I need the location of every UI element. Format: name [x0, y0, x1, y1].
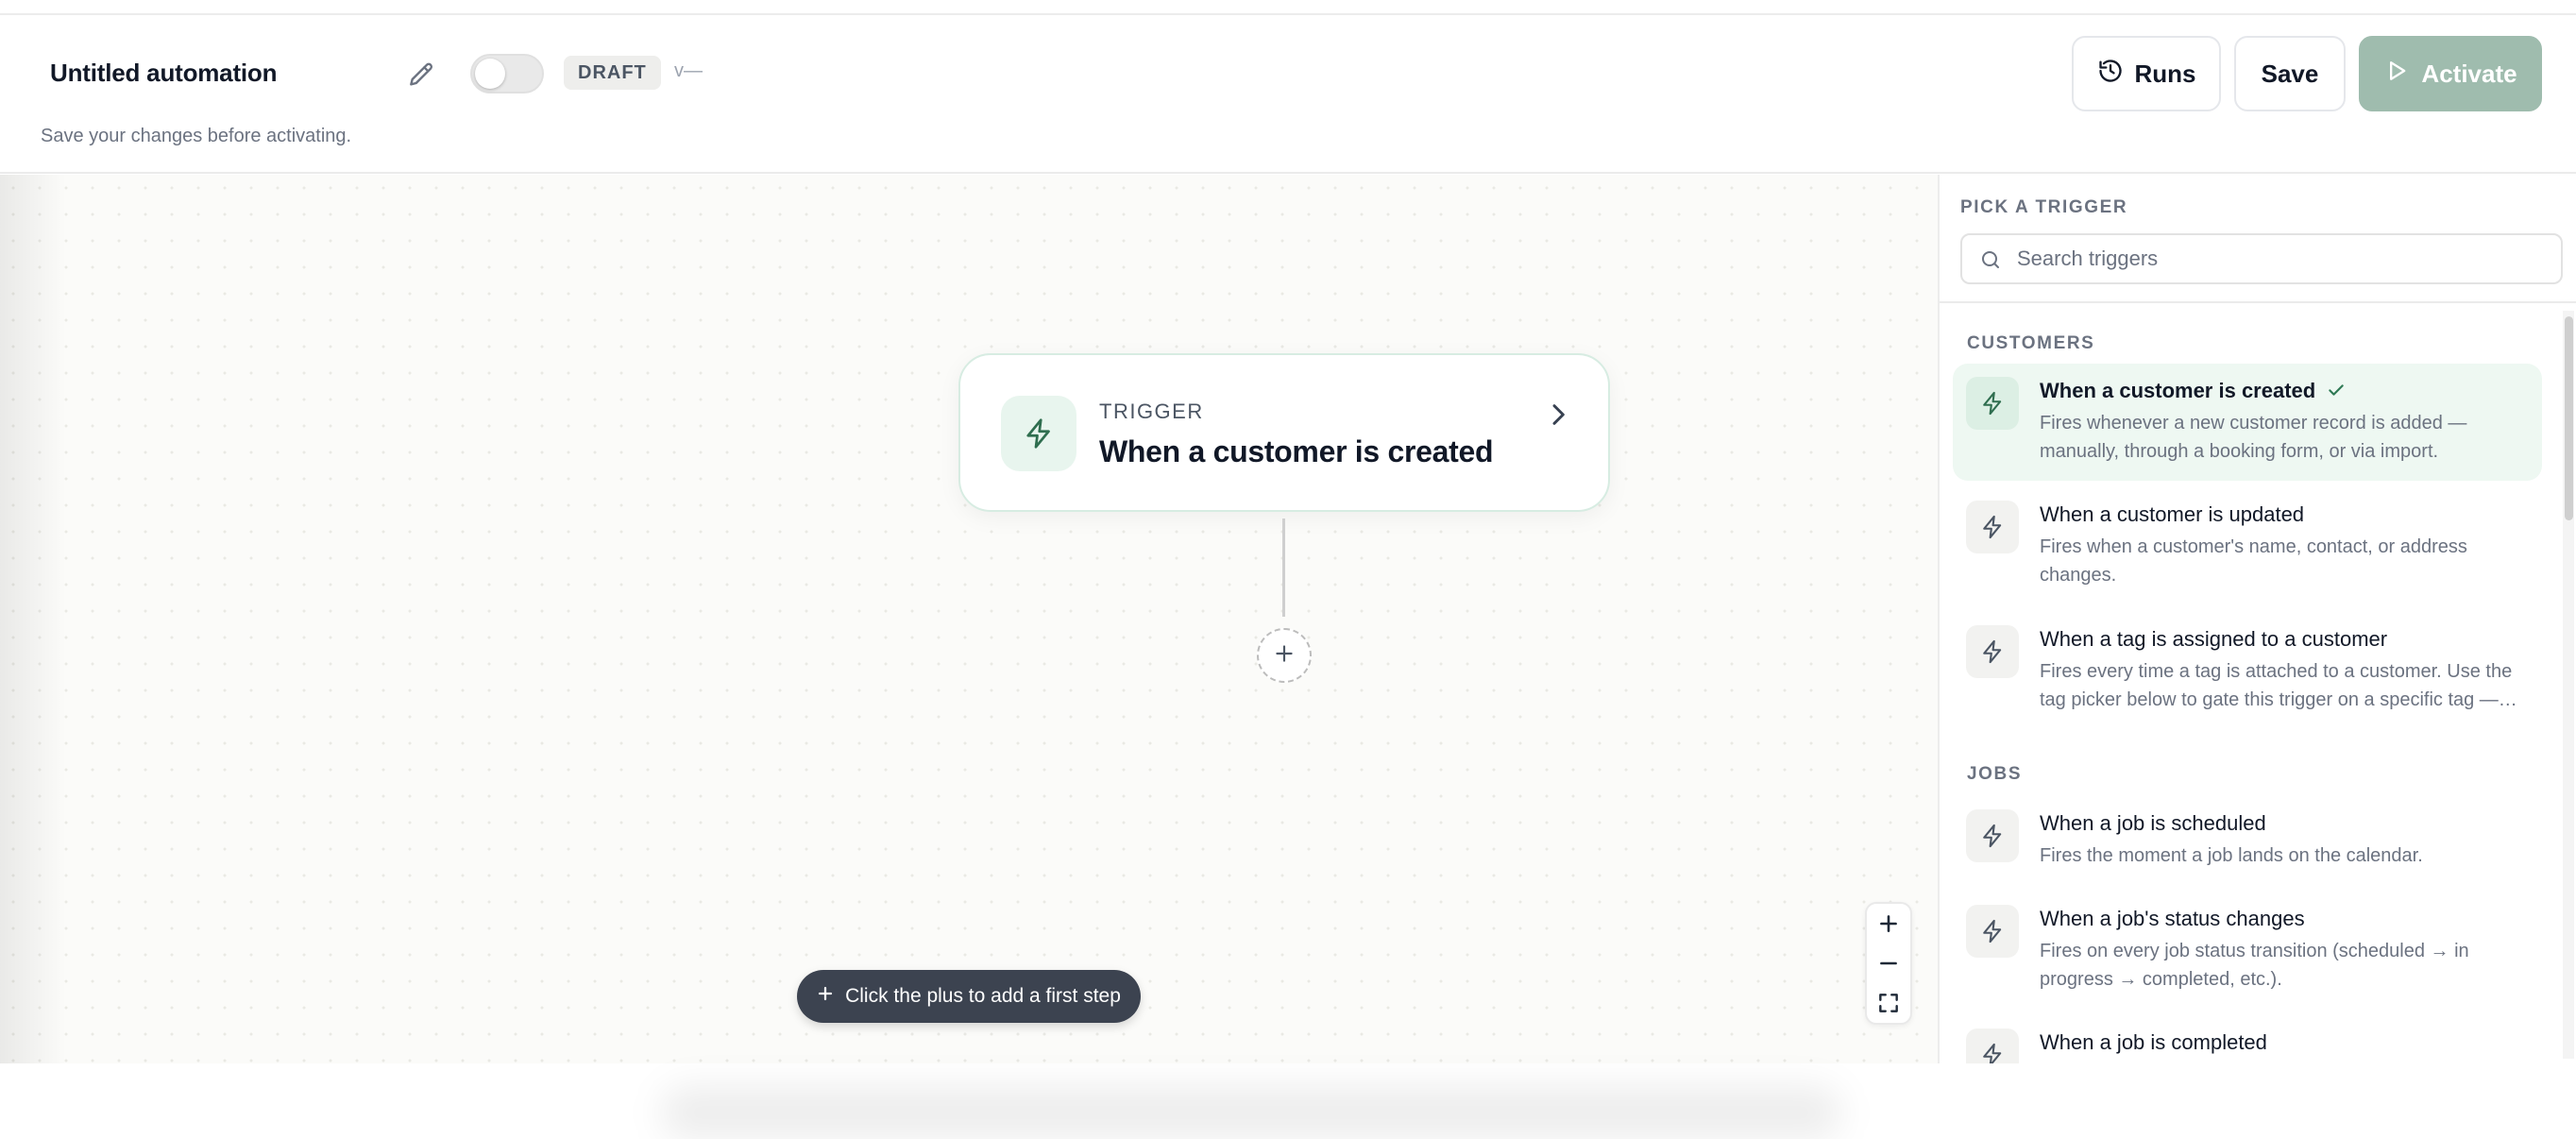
trigger-option[interactable]: When a job is completed: [1953, 1015, 2542, 1063]
trigger-option[interactable]: When a customer is created Fires wheneve…: [1953, 364, 2542, 481]
bottom-shadow: [661, 1086, 1841, 1139]
save-label: Save: [2261, 59, 2319, 88]
lightning-icon: [1966, 809, 2019, 862]
history-icon: [2097, 58, 2124, 91]
trigger-option-desc: Fires on every job status transition (sc…: [2040, 941, 2469, 990]
activate-label: Activate: [2421, 59, 2517, 88]
zoom-out-button[interactable]: [1874, 949, 1903, 978]
trigger-option-title: When a customer is created: [2040, 379, 2316, 402]
version-label: v—: [674, 60, 703, 81]
trigger-option[interactable]: When a job's status changes Fires on eve…: [1953, 892, 2542, 1009]
lightning-icon: [1001, 396, 1076, 471]
runs-label: Runs: [2134, 59, 2196, 88]
automation-title[interactable]: Untitled automation: [50, 59, 277, 88]
lightning-icon: [1966, 501, 2019, 553]
status-badge: DRAFT: [564, 56, 661, 90]
fit-view-button[interactable]: [1874, 989, 1903, 1017]
search-input[interactable]: [2017, 243, 2546, 275]
lightning-icon: [1966, 905, 2019, 958]
chevron-right-icon[interactable]: [1543, 400, 1573, 430]
zoom-controls: [1865, 902, 1912, 1025]
trigger-option-title: When a tag is assigned to a customer: [2040, 627, 2388, 651]
hint-toast: Click the plus to add a first step: [797, 970, 1141, 1023]
automation-header: Untitled automation DRAFT v— Save your c…: [0, 15, 2576, 174]
trigger-option-title: When a job is scheduled: [2040, 811, 2266, 835]
trigger-option-title: When a customer is updated: [2040, 502, 2305, 526]
check-icon: [2327, 381, 2346, 400]
top-edge: [0, 0, 2576, 15]
play-icon: [2383, 58, 2410, 91]
activate-button[interactable]: Activate: [2359, 36, 2542, 111]
add-step-button[interactable]: [1257, 628, 1312, 683]
flow-canvas[interactable]: TRIGGER When a customer is created Click…: [0, 175, 1938, 1063]
save-button[interactable]: Save: [2234, 36, 2346, 111]
trigger-option-title: When a job's status changes: [2040, 907, 2305, 930]
panel-header: PICK A TRIGGER: [1940, 175, 2576, 303]
pencil-icon[interactable]: [406, 60, 436, 91]
step-connector: [1282, 518, 1285, 617]
panel-heading: PICK A TRIGGER: [1960, 197, 2128, 217]
trigger-card[interactable]: TRIGGER When a customer is created: [958, 353, 1610, 512]
trigger-option-title: When a job is completed: [2040, 1030, 2267, 1054]
group-label-customers: CUSTOMERS: [1967, 333, 2095, 353]
runs-button[interactable]: Runs: [2072, 36, 2221, 111]
toggle-knob: [475, 59, 505, 89]
trigger-option[interactable]: When a customer is updated Fires when a …: [1953, 487, 2542, 604]
trigger-name: When a customer is created: [1099, 434, 1494, 468]
trigger-search: [1960, 233, 2563, 284]
plus-icon: [817, 985, 834, 1008]
trigger-option-desc: Fires every time a tag is attached to a …: [2040, 661, 2517, 710]
hint-text: Click the plus to add a first step: [845, 985, 1121, 1007]
group-label-jobs: JOBS: [1967, 764, 2023, 784]
lightning-icon: [1966, 377, 2019, 430]
canvas-edge-shade: [0, 175, 66, 1063]
lightning-icon: [1966, 1028, 2019, 1063]
panel-scrollbar-thumb[interactable]: [2565, 316, 2573, 520]
trigger-option[interactable]: When a job is scheduled Fires the moment…: [1953, 796, 2542, 885]
trigger-option-desc: Fires the moment a job lands on the cale…: [2040, 845, 2423, 866]
trigger-kicker: TRIGGER: [1099, 400, 1204, 423]
lightning-icon: [1966, 625, 2019, 678]
trigger-picker-panel: PICK A TRIGGER CUSTOMERS When a customer…: [1938, 175, 2576, 1063]
zoom-in-button[interactable]: [1874, 910, 1903, 938]
activation-toggle[interactable]: [470, 54, 544, 94]
plus-icon: [1272, 641, 1296, 671]
trigger-option-desc: Fires whenever a new customer record is …: [2040, 413, 2467, 462]
trigger-option-title-row: When a customer is created: [2040, 379, 2346, 403]
trigger-option-desc: Fires when a customer's name, contact, o…: [2040, 536, 2467, 586]
save-notice: Save your changes before activating.: [41, 126, 352, 146]
trigger-option[interactable]: When a tag is assigned to a customer Fir…: [1953, 612, 2542, 729]
